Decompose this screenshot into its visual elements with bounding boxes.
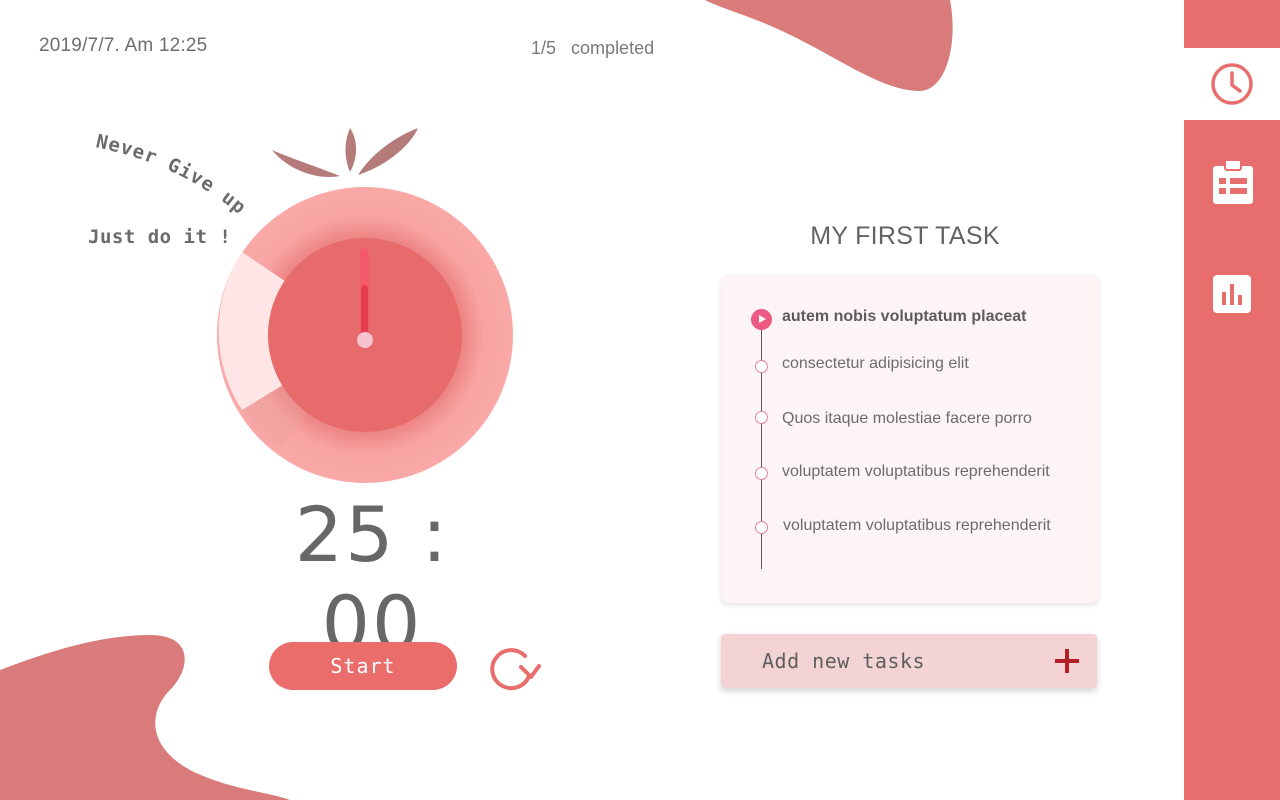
progress-label: completed [571,38,655,58]
tomato-leaves [272,128,418,177]
task-list-title: MY FIRST TASK [810,222,1000,250]
task-list-icon [1213,159,1253,204]
sidebar [1184,0,1280,800]
task-list-card: autem nobis voluptatum placeat consectet… [721,275,1099,603]
task-item-label: consectetur adipisicing elit [782,355,969,372]
task-item-label: Quos itaque molestiae facere porro [782,410,1032,427]
task-item[interactable]: consectetur adipisicing elit [721,352,1099,382]
tomato-timer-dial [217,128,513,483]
top-blob-decoration [705,0,953,92]
sidebar-item-timer[interactable] [1184,48,1280,120]
task-item[interactable]: voluptatem voluptatibus reprehenderit [721,460,1099,490]
reset-icon[interactable] [485,642,541,692]
play-icon [751,309,772,330]
add-task-label: Add new tasks [762,649,926,673]
task-item-label: autem nobis voluptatum placeat [782,308,1027,325]
timeline-dot-icon [755,360,768,373]
task-item-label: voluptatem voluptatibus reprehenderit [783,517,1051,534]
progress-count: 1/5 [531,38,557,58]
datetime-text: 2019/7/7. Am 12:25 [39,35,208,56]
bar-chart-icon [1213,275,1251,313]
task-item-active[interactable]: autem nobis voluptatum placeat [721,305,1099,335]
start-button[interactable]: Start [269,642,457,690]
timeline-dot-icon [755,521,768,534]
plus-icon [1055,649,1079,673]
task-item-label: voluptatem voluptatibus reprehenderit [782,463,1050,480]
timeline-dot-icon [755,411,768,424]
sidebar-item-stats[interactable] [1184,258,1280,330]
add-task-button[interactable]: Add new tasks [721,634,1097,688]
task-item[interactable]: voluptatem voluptatibus reprehenderit [721,514,1099,544]
clock-icon [1211,63,1253,105]
progress-indicator: 1/5 completed [531,38,654,59]
timeline-dot-icon [755,467,768,480]
task-item[interactable]: Quos itaque molestiae facere porro [721,407,1099,437]
sidebar-item-tasks[interactable] [1184,144,1280,216]
